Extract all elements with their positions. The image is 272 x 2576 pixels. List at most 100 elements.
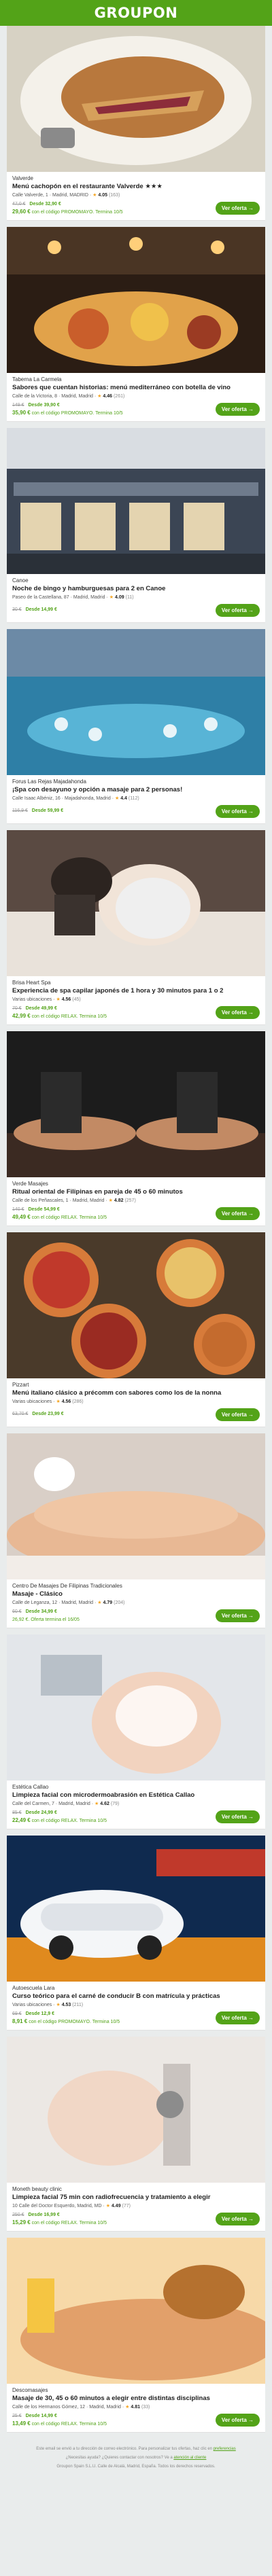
view-deal-button[interactable]: Ver oferta → (215, 805, 260, 818)
arrow-right-icon: → (248, 205, 254, 211)
deal-card[interactable]: Descomasajes Masaje de 30, 45 o 60 minut… (7, 2238, 265, 2433)
view-deal-button[interactable]: Ver oferta → (215, 202, 260, 215)
location-text: Varias ubicaciones · (12, 2003, 56, 2007)
rating-value: 4.09 (115, 595, 124, 600)
deal-image[interactable] (7, 1031, 265, 1177)
view-deal-label: Ver oferta (221, 1412, 247, 1418)
deal-card[interactable]: Valverde Menú cachopón en el restaurante… (7, 26, 265, 221)
deal-location: Varias ubicaciones · ★ 4.56 (45) (12, 997, 260, 1002)
promo-line: 8,91 € con el código PROMOMAYO. Termina … (12, 2018, 120, 2024)
price-lines: 30 € Desde 14,99 € (12, 607, 57, 614)
deal-price: Desde 34,99 € (25, 1609, 57, 1614)
arrow-right-icon: → (248, 406, 254, 412)
star-icon: ★ (125, 2405, 130, 2410)
merchant-name: Centro De Masajes De Filipinas Tradicion… (12, 1583, 122, 1589)
deal-title[interactable]: Ritual oriental de Filipinas en pareja d… (12, 1188, 260, 1196)
review-count: (112) (128, 796, 139, 801)
rating-value: 4.62 (100, 1802, 109, 1806)
view-deal-button[interactable]: Ver oferta → (215, 1609, 260, 1622)
deal-image[interactable] (7, 227, 265, 373)
review-count: (33) (141, 2405, 150, 2410)
deal-location: Calle de los Peñascales, 1 · Madrid, Mad… (12, 1198, 260, 1203)
rating-value: 4.4 (120, 796, 127, 801)
arrow-right-icon: → (248, 2417, 254, 2423)
view-deal-button[interactable]: Ver oferta → (215, 403, 260, 416)
original-price: 149 € (12, 403, 24, 408)
deal-title[interactable]: Menú italiano clásico a précomm con sabo… (12, 1389, 260, 1397)
star-icon: ★ (97, 1600, 102, 1605)
price-lines: 140 € Desde 54,99 € 49,49 € con el códig… (12, 1207, 107, 1220)
deal-title[interactable]: Masaje - Clásico (12, 1590, 260, 1598)
original-price: 70 € (12, 1006, 22, 1011)
price-row: 149 € Desde 39,90 € 35,90 € con el códig… (12, 403, 260, 416)
deal-image[interactable] (7, 830, 265, 976)
deal-card[interactable]: Canoe Noche de bingo y hamburguesas para… (7, 428, 265, 623)
view-deal-button[interactable]: Ver oferta → (215, 2213, 260, 2225)
arrow-right-icon: → (248, 607, 254, 613)
preferences-link[interactable]: preferencias (214, 2447, 236, 2451)
deal-image[interactable] (7, 1634, 265, 1781)
star-icon: ★ (56, 997, 61, 1002)
footer-text-1: Este email se envió a tu dirección de co… (36, 2447, 214, 2451)
deal-card[interactable]: Centro De Masajes De Filipinas Tradicion… (7, 1433, 265, 1628)
deal-title[interactable]: Curso teórico para el carné de conducir … (12, 1992, 260, 2001)
view-deal-button[interactable]: Ver oferta → (215, 2011, 260, 2024)
merchant-name: Pizzart (12, 1382, 29, 1388)
original-price: 60 € (12, 1609, 22, 1614)
star-icon: ★ (114, 796, 120, 801)
support-link[interactable]: atención al cliente (173, 2456, 206, 2460)
deal-title[interactable]: Limpieza facial con microdermoabrasión e… (12, 1791, 260, 1800)
promo-line: 13,49 € con el código RELAX. Termina 10/… (12, 2420, 107, 2427)
deal-card[interactable]: Taberna La Carmela Sabores que cuentan h… (7, 227, 265, 422)
deal-image[interactable] (7, 2037, 265, 2183)
price-row: 250 € Desde 16,99 € 15,29 € con el códig… (12, 2213, 260, 2225)
deal-image[interactable] (7, 1836, 265, 1982)
promo-text: 26,92 €. Oferta termina el 16/05 (12, 1617, 80, 1622)
deal-image[interactable] (7, 2238, 265, 2384)
deal-location: Calle Isaac Albéniz, 16 · Majadahonda, M… (12, 795, 260, 801)
deal-price: Desde 54,99 € (28, 1207, 60, 1212)
deal-image[interactable] (7, 1433, 265, 1579)
deal-card[interactable]: Estética Callao Limpieza facial con micr… (7, 1634, 265, 1829)
deal-card[interactable]: Brisa Heart Spa Experiencia de spa capil… (7, 830, 265, 1025)
rating-value: 4.53 (61, 2003, 71, 2007)
deal-title[interactable]: Sabores que cuentan historias: menú medi… (12, 384, 260, 392)
deal-title[interactable]: Menú cachopón en el restaurante Valverde… (12, 183, 260, 191)
deal-image[interactable] (7, 26, 265, 172)
deal-title[interactable]: ¡Spa con desayuno y opción a masaje para… (12, 786, 260, 794)
promo-text: con el código RELAX. Termina 10/5 (31, 1819, 107, 1823)
view-deal-button[interactable]: Ver oferta → (215, 1207, 260, 1220)
deal-image[interactable] (7, 1232, 265, 1378)
view-deal-button[interactable]: Ver oferta → (215, 2414, 260, 2427)
view-deal-button[interactable]: Ver oferta → (215, 1810, 260, 1823)
deal-card[interactable]: Forus Las Rejas Majadahonda ¡Spa con des… (7, 629, 265, 824)
deal-title[interactable]: Limpieza facial 75 min con radiofrecuenc… (12, 2194, 260, 2202)
promo-line: 42,99 € con el código RELAX. Termina 10/… (12, 1013, 107, 1019)
view-deal-label: Ver oferta (221, 406, 247, 412)
merchant-name: Taberna La Carmela (12, 376, 62, 382)
deal-title[interactable]: Masaje de 30, 45 o 60 minutos a elegir e… (12, 2395, 260, 2403)
original-price: 25 € (12, 2414, 22, 2418)
deal-card[interactable]: Autoescuela Lara Curso teórico para el c… (7, 1836, 265, 2031)
view-deal-button[interactable]: Ver oferta → (215, 1006, 260, 1019)
view-deal-button[interactable]: Ver oferta → (215, 1408, 260, 1421)
deal-card[interactable]: Verde Masajes Ritual oriental de Filipin… (7, 1031, 265, 1226)
deal-image[interactable] (7, 428, 265, 574)
deal-title[interactable]: Experiencia de spa capilar japonés de 1 … (12, 987, 260, 995)
view-deal-label: Ver oferta (221, 1814, 247, 1820)
deal-card[interactable]: Pizzart Menú italiano clásico a précomm … (7, 1232, 265, 1427)
merchant-name: Verde Masajes (12, 1181, 48, 1187)
deal-price: Desde 16,99 € (28, 2213, 60, 2217)
deal-card[interactable]: Moneth beauty clinic Limpieza facial 75 … (7, 2037, 265, 2232)
deal-image[interactable] (7, 629, 265, 775)
groupon-logo[interactable]: GROUPON (95, 5, 178, 21)
view-deal-label: Ver oferta (221, 2216, 247, 2222)
original-price: 250 € (12, 2213, 24, 2217)
view-deal-label: Ver oferta (221, 2015, 247, 2021)
location-text: Calle de la Victoria, 8 · Madrid, Madrid… (12, 394, 98, 399)
original-price: 47,0 € (12, 202, 26, 207)
rating-value: 4.82 (114, 1198, 124, 1203)
arrow-right-icon: → (248, 1412, 254, 1418)
deal-title[interactable]: Noche de bingo y hamburguesas para 2 en … (12, 585, 260, 593)
view-deal-button[interactable]: Ver oferta → (215, 604, 260, 617)
